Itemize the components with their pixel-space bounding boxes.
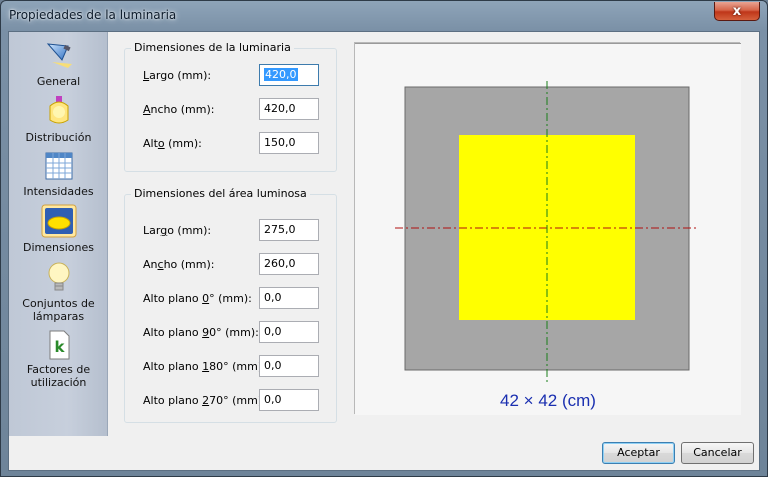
group-title: Dimensiones de la luminaria — [131, 41, 294, 54]
luminaire-dimensions-group: Dimensiones de la luminaria Largo (mm): … — [124, 41, 337, 172]
sidebar-item-factores[interactable]: k Factores de utilización — [9, 330, 108, 389]
alto-plano-270-input[interactable]: 0,0 — [259, 389, 319, 411]
window-title: Propiedades de la luminaria — [9, 8, 177, 22]
cancel-button[interactable]: Cancelar — [681, 442, 754, 464]
alto-plano-270-label: Alto plano 270° (mm): — [143, 394, 266, 407]
alto-plano-180-label: Alto plano 180° (mm): — [143, 360, 266, 373]
lamp-icon — [46, 43, 72, 68]
lightbulb-icon — [48, 262, 69, 291]
preview-drawing — [355, 43, 741, 383]
sidebar-item-label: General — [36, 75, 81, 88]
sidebar: General Distribución Intensidades Dimens… — [9, 32, 108, 436]
bulb-distribution-icon — [49, 96, 68, 124]
title-bar[interactable]: Propiedades de la luminaria x — [1, 1, 767, 31]
ancho-label: Ancho (mm): — [143, 103, 215, 116]
alto-plano-0-input[interactable]: 0,0 — [259, 287, 319, 309]
client-area: General Distribución Intensidades Dimens… — [8, 31, 760, 471]
sidebar-item-dimensiones[interactable]: Dimensiones — [9, 204, 108, 254]
sidebar-item-distribucion[interactable]: Distribución — [9, 94, 108, 144]
alto-input[interactable]: 150,0 — [259, 132, 319, 154]
group-title: Dimensiones del área luminosa — [131, 187, 310, 200]
area-ancho-label: Ancho (mm): — [143, 258, 215, 271]
alto-plano-180-input[interactable]: 0,0 — [259, 355, 319, 377]
close-button[interactable]: x — [714, 2, 760, 21]
sidebar-item-conjuntos[interactable]: Conjuntos de lámparas — [9, 260, 108, 323]
sidebar-item-label: Factores de utilización — [26, 363, 91, 389]
table-grid-icon — [45, 152, 72, 180]
alto-label: Alto (mm): — [143, 137, 202, 150]
largo-input[interactable]: 420,0 — [259, 64, 319, 86]
sidebar-item-label: Intensidades — [23, 185, 94, 198]
alto-plano-90-input[interactable]: 0,0 — [259, 321, 319, 343]
sidebar-item-label: Distribución — [25, 131, 92, 144]
ancho-input[interactable]: 420,0 — [259, 98, 319, 120]
size-label: 42 × 42 (cm) — [500, 391, 596, 410]
sidebar-item-intensidades[interactable]: Intensidades — [9, 150, 108, 198]
dialog-window: Propiedades de la luminaria x General Di… — [0, 0, 768, 477]
dimensions-icon — [41, 204, 76, 238]
preview-canvas: 42 × 42 (cm) — [355, 43, 741, 415]
sidebar-item-label: Dimensiones — [23, 241, 94, 254]
largo-label: Largo (mm): — [143, 69, 212, 82]
k-document-icon: k — [49, 330, 69, 360]
dimension-preview: 42 × 42 (cm) — [354, 42, 741, 415]
svg-text:k: k — [54, 338, 65, 356]
accept-button[interactable]: Aceptar — [602, 442, 675, 464]
sidebar-item-label: Conjuntos de lámparas — [22, 297, 95, 323]
area-largo-label: Largo (mm): — [143, 224, 212, 237]
area-largo-input[interactable]: 275,0 — [259, 219, 319, 241]
close-icon: x — [732, 3, 742, 19]
luminous-area-group: Dimensiones del área luminosa Largo (mm)… — [124, 187, 337, 423]
sidebar-item-general[interactable]: General — [9, 38, 108, 88]
area-ancho-input[interactable]: 260,0 — [259, 253, 319, 275]
alto-plano-0-label: Alto plano 0° (mm): — [143, 292, 252, 305]
alto-plano-90-label: Alto plano 90° (mm): — [143, 326, 259, 339]
